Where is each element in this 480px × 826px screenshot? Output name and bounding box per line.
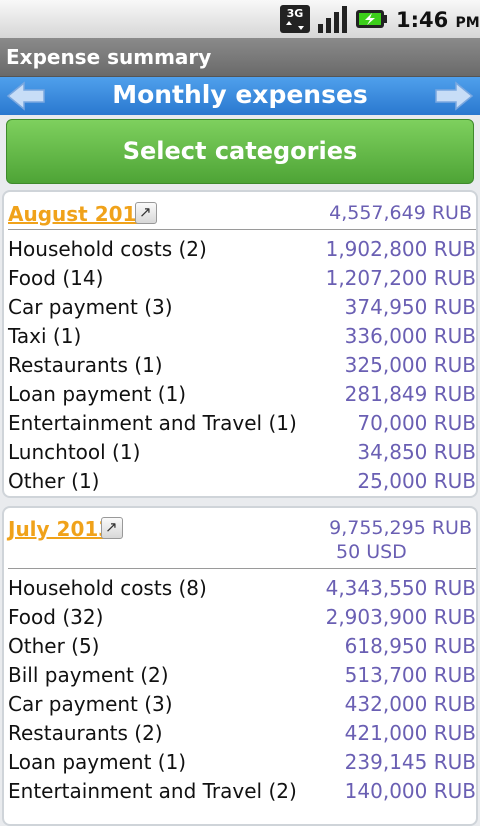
divider (8, 568, 476, 569)
list-item[interactable]: Car payment (3) 374,950 RUB (8, 295, 476, 324)
category-amount: 1,902,800 RUB (325, 237, 476, 261)
category-label: Car payment (3) (8, 692, 173, 716)
category-amount: 70,000 RUB (357, 411, 476, 435)
list-item[interactable]: Restaurants (1) 325,000 RUB (8, 353, 476, 382)
category-label: Lunchtool (1) (8, 440, 141, 464)
status-bar: 3G 1:46 PM (0, 0, 480, 38)
month-navigation: Monthly expenses (0, 77, 480, 115)
battery-charging-icon (356, 10, 387, 28)
period-month-link[interactable]: August 2013 (8, 202, 150, 226)
list-item[interactable]: Lunchtool (1) 34,850 RUB (8, 440, 476, 469)
category-label: Food (32) (8, 605, 104, 629)
category-label: Entertainment and Travel (2) (8, 779, 297, 803)
category-amount: 374,950 RUB (344, 295, 476, 319)
period-total: 9,755,295 RUB (329, 517, 472, 539)
category-amount: 4,343,550 RUB (325, 576, 476, 600)
next-arrow-icon[interactable] (432, 80, 476, 112)
svg-text:3G: 3G (287, 7, 304, 20)
category-label: Restaurants (2) (8, 721, 163, 745)
list-item[interactable]: Loan payment (1) 239,145 RUB (8, 750, 476, 779)
period-total: 4,557,649 RUB (329, 202, 472, 224)
list-item[interactable]: Entertainment and Travel (2) 140,000 RUB (8, 779, 476, 808)
list-item[interactable]: Household costs (8) 4,343,550 RUB (8, 576, 476, 605)
category-amount: 618,950 RUB (344, 634, 476, 658)
category-amount: 140,000 RUB (344, 779, 476, 803)
network-3g-icon: 3G (280, 5, 310, 33)
category-label: Restaurants (1) (8, 353, 163, 377)
category-amount: 513,700 RUB (344, 663, 476, 687)
period-card: August 2013 4,557,649 RUB Household cost… (2, 190, 478, 498)
period-card: July 2013 9,755,295 RUB 50 USD Household… (2, 506, 478, 826)
list-item[interactable]: Loan payment (1) 281,849 RUB (8, 382, 476, 411)
app-titlebar: Expense summary (0, 38, 480, 77)
list-item[interactable]: Household costs (2) 1,902,800 RUB (8, 237, 476, 266)
period-total-secondary: 50 USD (336, 541, 407, 563)
category-amount: 432,000 RUB (344, 692, 476, 716)
clock: 1:46 PM (396, 8, 480, 32)
list-item[interactable]: Bill payment (2) 513,700 RUB (8, 663, 476, 692)
list-item[interactable]: Restaurants (2) 421,000 RUB (8, 721, 476, 750)
category-label: Other (5) (8, 634, 100, 658)
category-label: Food (14) (8, 266, 104, 290)
category-amount: 25,000 RUB (357, 469, 476, 493)
category-amount: 325,000 RUB (344, 353, 476, 377)
category-label: Entertainment and Travel (1) (8, 411, 297, 435)
category-amount: 239,145 RUB (344, 750, 476, 774)
app-title: Expense summary (6, 45, 212, 69)
category-amount: 1,207,200 RUB (325, 266, 476, 290)
list-item[interactable]: Other (5) 618,950 RUB (8, 634, 476, 663)
list-item[interactable]: Entertainment and Travel (1) 70,000 RUB (8, 411, 476, 440)
category-label: Bill payment (2) (8, 663, 169, 687)
select-categories-label: Select categories (122, 137, 358, 165)
category-label: Other (1) (8, 469, 100, 493)
category-amount: 421,000 RUB (344, 721, 476, 745)
period-month-link[interactable]: July 2013 (8, 517, 112, 541)
open-link-icon[interactable] (135, 202, 157, 224)
select-categories-button[interactable]: Select categories (6, 119, 474, 184)
category-amount: 281,849 RUB (344, 382, 476, 406)
category-label: Loan payment (1) (8, 382, 187, 406)
category-label: Household costs (2) (8, 237, 207, 261)
category-label: Car payment (3) (8, 295, 173, 319)
list-item[interactable]: Food (32) 2,903,900 RUB (8, 605, 476, 634)
category-amount: 34,850 RUB (357, 440, 476, 464)
category-label: Taxi (1) (8, 324, 82, 348)
open-link-icon[interactable] (101, 517, 123, 539)
list-item[interactable]: Food (14) 1,207,200 RUB (8, 266, 476, 295)
list-item[interactable]: Car payment (3) 432,000 RUB (8, 692, 476, 721)
category-amount: 336,000 RUB (344, 324, 476, 348)
category-label: Household costs (8) (8, 576, 207, 600)
category-label: Loan payment (1) (8, 750, 187, 774)
divider (8, 229, 476, 230)
signal-strength-icon (318, 6, 347, 33)
list-item[interactable]: Other (1) 25,000 RUB (8, 469, 476, 498)
list-item[interactable]: Taxi (1) 336,000 RUB (8, 324, 476, 353)
view-title: Monthly expenses (112, 80, 368, 109)
category-amount: 2,903,900 RUB (325, 605, 476, 629)
